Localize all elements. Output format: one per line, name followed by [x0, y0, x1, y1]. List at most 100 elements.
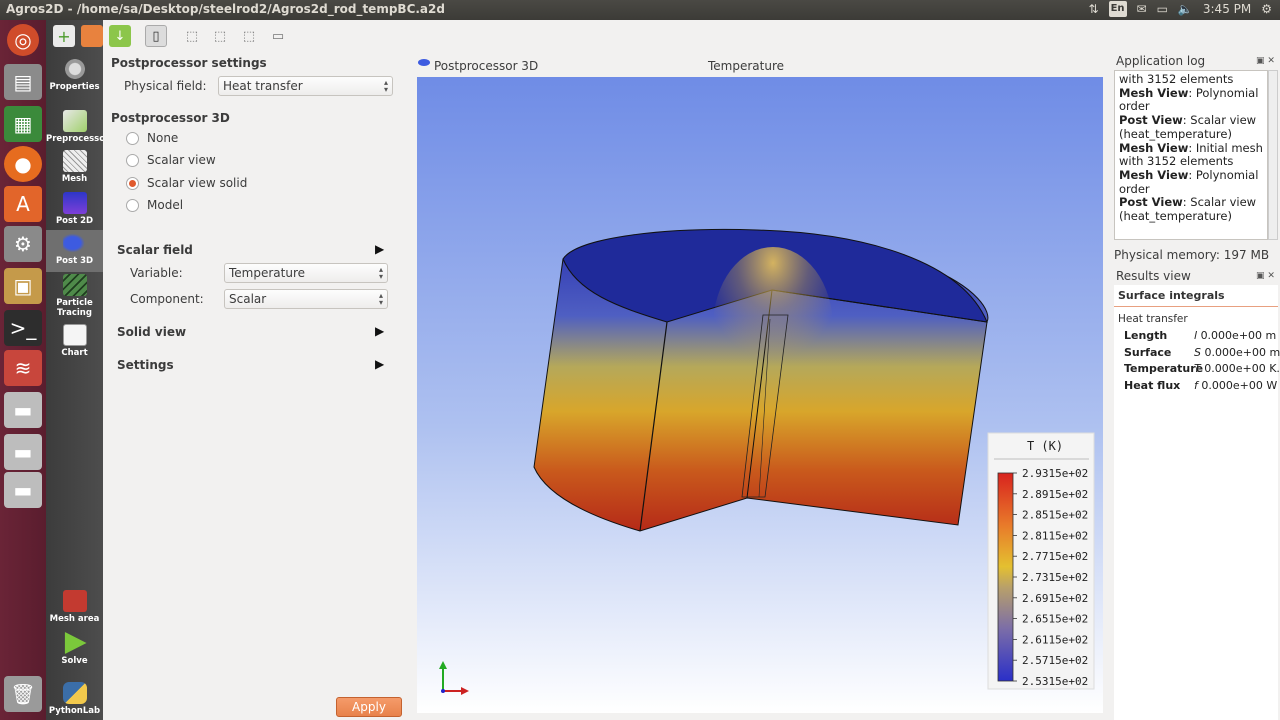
- system-tray: ⇅ En ✉ ▭ 🔈 3:45 PM ⚙: [1089, 1, 1272, 17]
- settings-expand-icon[interactable]: ▶: [375, 357, 384, 371]
- mode-post2d[interactable]: Post 2D: [46, 190, 103, 230]
- mode-chart[interactable]: Chart: [46, 322, 103, 362]
- network-transfer-icon[interactable]: ⇅: [1089, 1, 1099, 17]
- component-label: Component:: [130, 292, 204, 306]
- mode-mesh[interactable]: Mesh: [46, 148, 103, 188]
- new-document-icon[interactable]: +: [53, 25, 75, 47]
- volume-icon[interactable]: 🔈: [1178, 1, 1193, 17]
- solid-view-title[interactable]: Solid view: [117, 325, 186, 339]
- results-dock-controls[interactable]: ▣ ✕: [1256, 271, 1275, 281]
- log-entry-source: Mesh View: [1119, 140, 1189, 155]
- power-gear-icon[interactable]: ⚙: [1261, 1, 1272, 17]
- scalar-field-title[interactable]: Scalar field: [117, 243, 193, 257]
- log-scrollbar[interactable]: [1268, 70, 1278, 240]
- file-manager-icon[interactable]: ▤: [4, 64, 42, 100]
- battery-icon[interactable]: ▭: [1157, 1, 1168, 17]
- colorbar-tick-label: 2.5715e+02: [1022, 654, 1088, 667]
- post2d-icon: [62, 192, 87, 214]
- hot-spot-region: [713, 247, 833, 407]
- zoom-best-fit-icon[interactable]: ⬚: [181, 25, 203, 47]
- mode-preprocessor[interactable]: Preprocessor: [46, 108, 109, 148]
- mode-properties[interactable]: Properties: [46, 56, 103, 96]
- colorbar-gradient: [997, 472, 1014, 682]
- software-center-icon[interactable]: A: [4, 186, 42, 222]
- radio-none-indicator[interactable]: [126, 131, 139, 145]
- ubuntu-dash-icon[interactable]: ◎: [7, 24, 39, 56]
- result-value: f 0.000e+00 W: [1194, 378, 1278, 392]
- mode-label: PythonLab: [48, 706, 101, 716]
- layout-toggle-icon[interactable]: ▯: [145, 25, 167, 47]
- radio-scalar-view[interactable]: Scalar view: [126, 153, 216, 167]
- physical-field-label: Physical field:: [124, 79, 207, 93]
- mode-pythonlab[interactable]: PythonLab: [46, 680, 103, 720]
- colorbar-ticks: 2.9315e+02 2.8915e+02 2.8515e+02 2.8115e+02…: [1013, 467, 1088, 688]
- component-select[interactable]: Scalar ▴ ▾: [224, 289, 388, 309]
- keyboard-layout-indicator[interactable]: En: [1108, 1, 1127, 17]
- combo-arrows-icon: ▴ ▾: [383, 78, 388, 94]
- scalar-view-solid-render[interactable]: T (K) 2.9315e+02 2.8915e+02 2.8515e+02 2.81…: [417, 77, 1103, 713]
- spreadsheet-icon[interactable]: ▦: [4, 106, 42, 142]
- physical-field-select[interactable]: Heat transfer ▴ ▾: [218, 76, 393, 96]
- post3d-tab-icon: [418, 59, 430, 66]
- system-settings-icon[interactable]: ⚙: [4, 226, 42, 262]
- trash-icon[interactable]: 🗑: [4, 676, 42, 712]
- gear-icon: [62, 58, 87, 80]
- mode-particle-tracing[interactable]: Particle Tracing: [46, 272, 103, 320]
- component-value: Scalar: [229, 292, 267, 306]
- radio-none[interactable]: None: [126, 131, 178, 145]
- mode-label: Post 3D: [55, 256, 94, 266]
- colorbar-tick-label: 2.6915e+02: [1022, 592, 1088, 605]
- firefox-icon[interactable]: ●: [4, 146, 42, 182]
- preprocessor-icon: [62, 110, 87, 132]
- mode-mesh-area[interactable]: Mesh area: [46, 588, 103, 628]
- radio-scalar-view-solid[interactable]: Scalar view solid: [126, 176, 247, 190]
- log-entry: Mesh View: Polynomial order: [1119, 86, 1263, 114]
- log-entry-text: with 3152 elements: [1119, 72, 1234, 86]
- radio-model[interactable]: Model: [126, 198, 183, 212]
- archive-icon[interactable]: ▣: [4, 268, 42, 304]
- result-key: Temperature: [1124, 362, 1204, 375]
- result-row: TemperatureT 0.000e+00 K.m²: [1124, 362, 1280, 378]
- mail-icon[interactable]: ✉: [1137, 1, 1147, 17]
- solid-model[interactable]: [533, 228, 989, 532]
- save-icon[interactable]: ↓: [109, 25, 131, 47]
- application-log-box[interactable]: with 3152 elements Mesh View: Polynomial …: [1114, 70, 1268, 240]
- radio-label: Scalar view: [147, 153, 216, 167]
- terminal-icon[interactable]: >_: [4, 310, 42, 346]
- clock[interactable]: 3:45 PM: [1203, 1, 1251, 17]
- agros2d-icon[interactable]: ≋: [4, 350, 42, 386]
- radio-scalar-view-indicator[interactable]: [126, 153, 139, 167]
- colorbar-tick-label: 2.6515e+02: [1022, 613, 1088, 626]
- result-value: T 0.000e+00 K.m²: [1194, 362, 1280, 375]
- postprocessor-3d-title: Postprocessor 3D: [111, 111, 230, 125]
- log-entry: Mesh View: Polynomial order: [1119, 168, 1263, 196]
- solid-view-expand-icon[interactable]: ▶: [375, 324, 384, 338]
- play-icon: [64, 632, 87, 654]
- mesh-area-icon: [62, 590, 87, 612]
- zoom-region-icon[interactable]: ▭: [267, 25, 289, 47]
- viewport-view-title: Temperature: [708, 59, 785, 73]
- open-folder-icon[interactable]: [81, 25, 103, 47]
- log-entry: Post View: Scalar view (heat_temperature…: [1119, 113, 1263, 141]
- radio-label: Scalar view solid: [147, 176, 248, 190]
- drive-icon[interactable]: ▬: [4, 392, 42, 428]
- results-view-title: Results view: [1116, 269, 1191, 283]
- radio-model-indicator[interactable]: [126, 198, 139, 212]
- zoom-in-icon[interactable]: ⬚: [209, 25, 231, 47]
- mode-solve[interactable]: Solve: [46, 630, 103, 670]
- zoom-out-icon[interactable]: ⬚: [238, 25, 260, 47]
- apply-button[interactable]: Apply: [336, 697, 402, 717]
- drive-icon[interactable]: ▬: [4, 472, 42, 508]
- colorbar-tick-label: 2.6115e+02: [1022, 633, 1088, 646]
- settings-section-title[interactable]: Settings: [117, 358, 174, 372]
- python-icon: [62, 682, 87, 704]
- radio-scalar-view-solid-indicator[interactable]: [126, 176, 139, 190]
- variable-select[interactable]: Temperature ▴ ▾: [224, 263, 388, 283]
- scalar-field-expand-icon[interactable]: ▶: [375, 242, 384, 256]
- 3d-viewport[interactable]: T (K) 2.9315e+02 2.8915e+02 2.8515e+02 2.81…: [417, 77, 1103, 713]
- log-dock-controls[interactable]: ▣ ✕: [1256, 56, 1275, 66]
- drive-icon[interactable]: ▬: [4, 434, 42, 470]
- mode-post3d[interactable]: Post 3D: [46, 230, 103, 272]
- combo-arrows-icon: ▴ ▾: [378, 265, 383, 281]
- result-key: Length: [1124, 329, 1168, 342]
